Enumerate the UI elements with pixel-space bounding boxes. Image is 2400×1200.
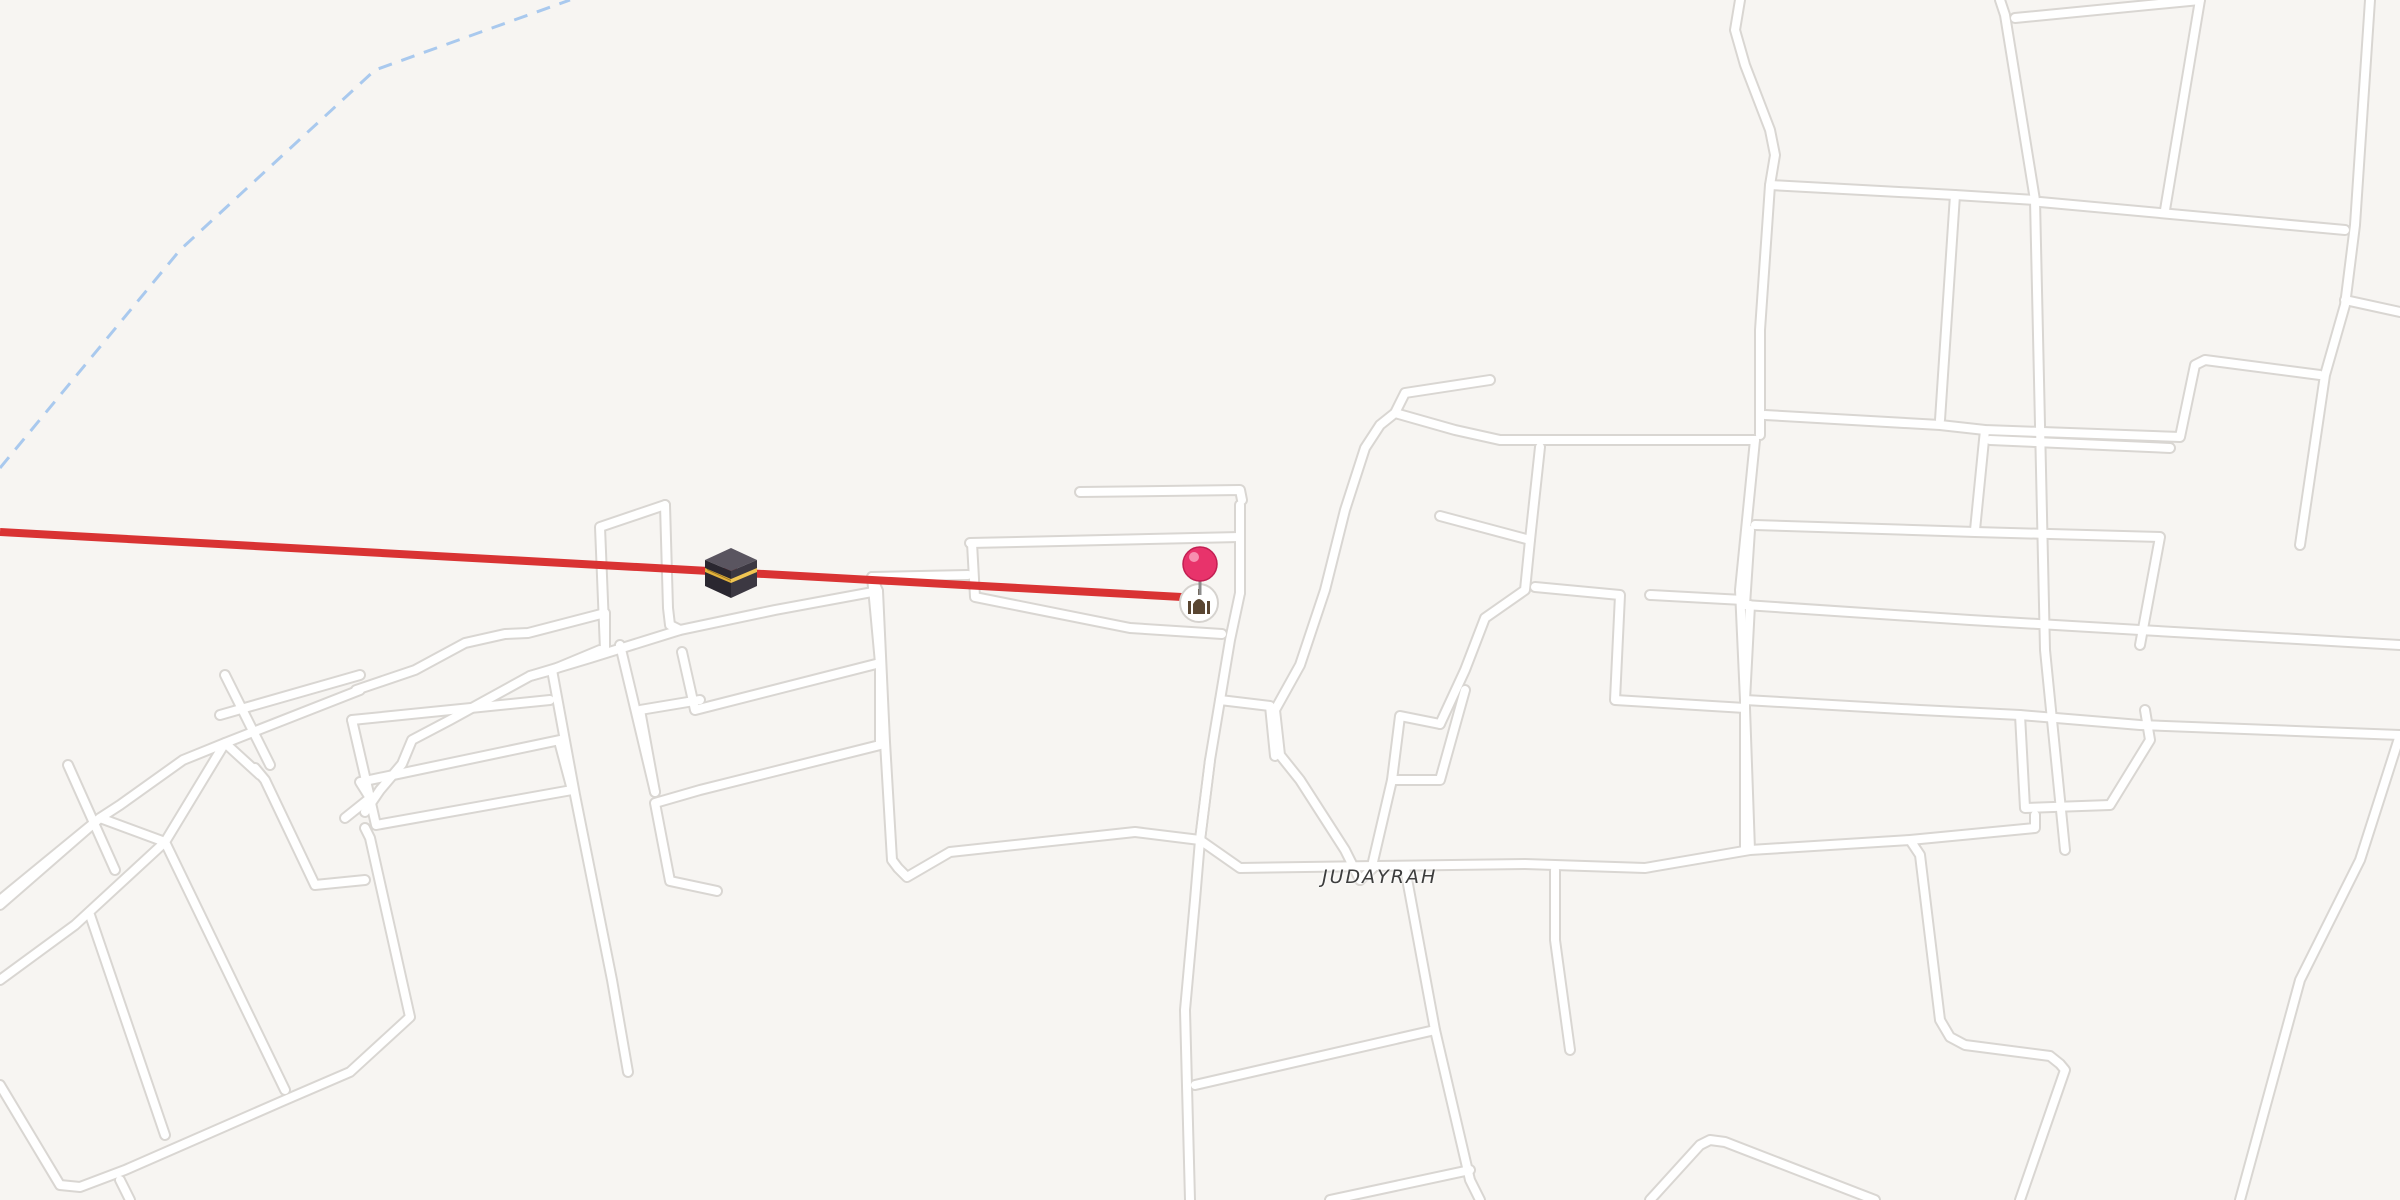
place-label-judayrah: JUDAYRAH [1322, 866, 1438, 888]
admin-boundary-line [0, 0, 571, 469]
kaaba-icon[interactable] [705, 548, 757, 598]
map-canvas[interactable] [0, 0, 2400, 1200]
